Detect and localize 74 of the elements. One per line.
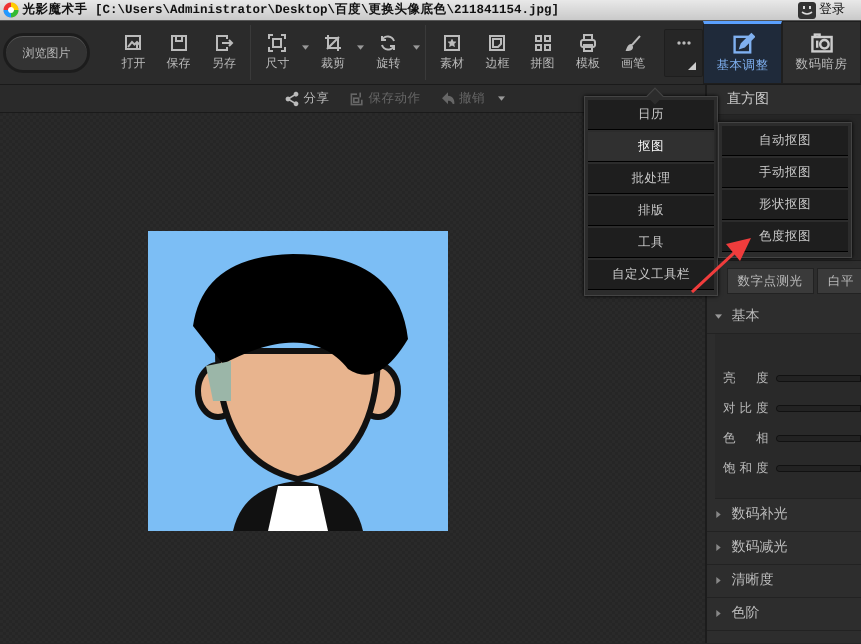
section-header[interactable]: 数码减光 — [707, 532, 861, 565]
toolbar-button[interactable]: 模板 — [566, 33, 609, 72]
corner-triangle-icon — [688, 62, 696, 70]
menu-item[interactable]: 批处理 — [588, 164, 714, 194]
toolbar-button[interactable]: 画笔 — [612, 33, 654, 72]
login-link[interactable]: 登录 — [818, 0, 845, 20]
section-title: 清晰度 — [731, 571, 774, 590]
slider-track[interactable] — [776, 405, 861, 412]
menu-item[interactable]: 手动抠图 — [722, 158, 848, 188]
star-frame-icon — [442, 33, 462, 53]
slider-track[interactable] — [776, 435, 861, 442]
undo-arrow-icon — [440, 90, 456, 106]
section-title: 数码减光 — [731, 538, 788, 558]
grid-icon — [532, 33, 553, 53]
panel-button[interactable]: 数字点测光 — [726, 268, 814, 294]
menu-item[interactable]: 日历 — [588, 100, 714, 130]
expand-arrow-icon[interactable] — [715, 313, 722, 320]
section-header[interactable]: 数码补光 — [707, 498, 861, 532]
brush-icon — [623, 33, 644, 53]
export-icon — [214, 33, 234, 53]
section-header[interactable]: 清晰度 — [707, 564, 861, 598]
caret-icon[interactable] — [412, 44, 420, 51]
slider-label: 色相 — [723, 429, 769, 448]
expand-arrow-icon[interactable] — [715, 610, 722, 618]
toolbar-button[interactable]: 打开 — [112, 33, 154, 72]
slider-label: 对比度 — [723, 399, 769, 418]
camera-icon — [810, 31, 834, 56]
panel-button[interactable]: 白平 — [816, 268, 861, 294]
panel-tab[interactable]: 数码暗房 — [782, 21, 861, 84]
save-action-icon — [349, 90, 365, 106]
section-title: 色阶 — [731, 604, 760, 624]
section-title: 数码补光 — [731, 505, 788, 524]
app-logo-icon — [3, 2, 20, 18]
menu-item[interactable]: 排版 — [588, 196, 714, 226]
toolbar-button[interactable]: 边框 — [476, 33, 518, 72]
printer-icon — [578, 33, 598, 53]
more-button[interactable] — [664, 28, 703, 76]
toolbar-button[interactable]: 保存 — [158, 33, 200, 72]
toolbar-button[interactable]: 裁剪 — [312, 33, 354, 72]
toolbar-button[interactable]: 素材 — [431, 33, 474, 72]
share-icon — [284, 90, 300, 106]
slider-label: 饱和度 — [723, 459, 769, 478]
image-upload-icon — [123, 33, 144, 53]
user-smiley-icon — [798, 2, 816, 18]
menu-item[interactable]: 自动抠图 — [722, 126, 848, 156]
toolbar-button[interactable]: 尺寸 — [256, 33, 298, 72]
expand-arrow-icon[interactable] — [715, 511, 722, 518]
menu-item[interactable]: 自定义工具栏 — [588, 260, 714, 290]
resize-frame-icon — [267, 33, 288, 53]
action-button[interactable]: 分享 — [278, 88, 336, 109]
frame-icon — [487, 33, 508, 53]
menu-item[interactable]: 色度抠图 — [722, 222, 848, 252]
slider-track[interactable] — [776, 465, 861, 472]
expand-arrow-icon[interactable] — [715, 544, 722, 552]
menu-item[interactable]: 抠图 — [588, 132, 714, 162]
expand-arrow-icon[interactable] — [715, 577, 722, 584]
section-header[interactable]: 色阶 — [707, 598, 861, 631]
caret-icon[interactable] — [302, 44, 309, 51]
caret-icon[interactable] — [357, 44, 364, 51]
menu-item[interactable]: 形状抠图 — [722, 190, 848, 220]
toolbar-button[interactable]: 旋转 — [367, 33, 410, 72]
edit-square-icon — [730, 32, 754, 56]
window-title: 光影魔术手 [C:\Users\Administrator\Desktop\百度\更换头像底色\211841154.jpg] — [22, 1, 560, 19]
toolbar-button[interactable]: 另存 — [202, 33, 245, 72]
section-title: 基本 — [731, 307, 760, 326]
slider-track[interactable] — [776, 375, 861, 382]
crop-icon — [322, 33, 343, 53]
annotation-arrow — [690, 237, 752, 295]
menu-item[interactable]: 工具 — [588, 228, 714, 258]
dots-icon — [676, 40, 692, 46]
slider-label: 亮度 — [723, 369, 769, 388]
toolbar-button[interactable]: 拼图 — [522, 33, 564, 72]
browse-button[interactable]: 浏览图片 — [3, 32, 90, 72]
panel-tab[interactable]: 基本调整 — [703, 21, 782, 84]
